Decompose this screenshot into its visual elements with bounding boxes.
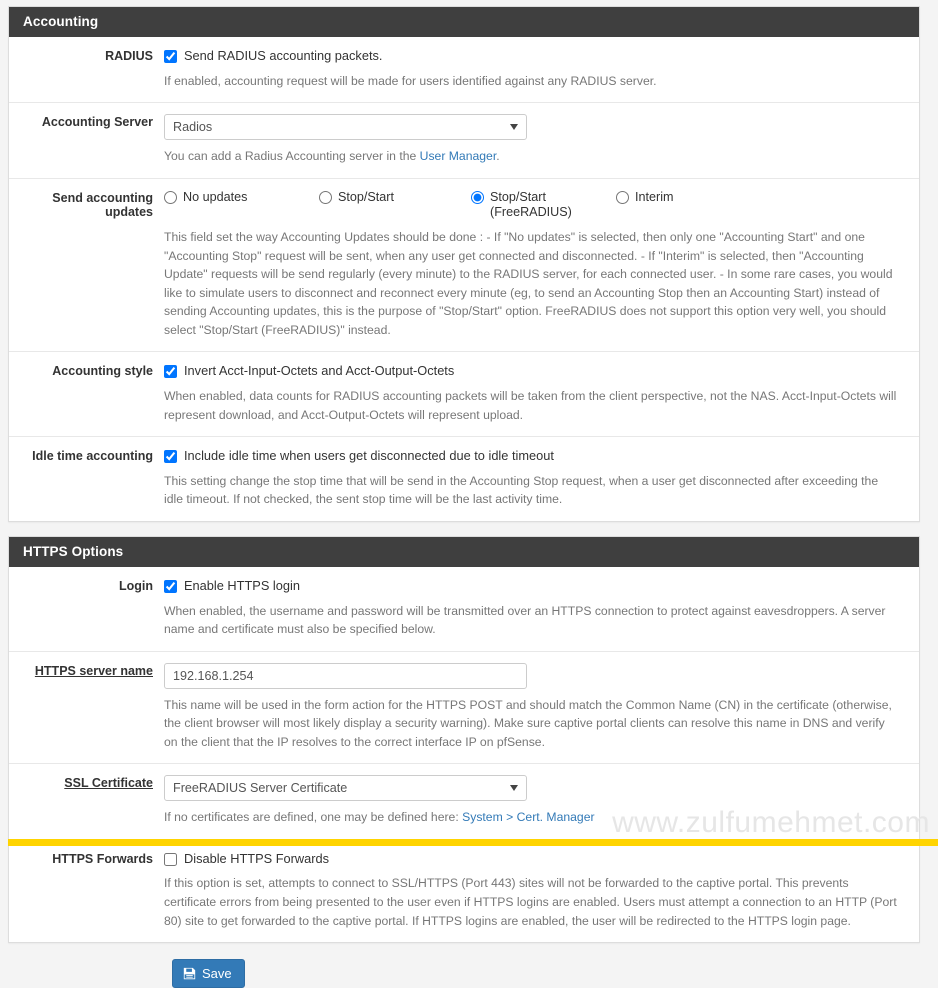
- enable-https-login-checkbox[interactable]: [164, 579, 177, 593]
- field-https-server-name: This name will be used in the form actio…: [164, 662, 919, 752]
- save-area: Save: [0, 943, 938, 988]
- invert-octets-checkbox[interactable]: [164, 365, 177, 379]
- include-idle-time-checkbox[interactable]: [164, 450, 177, 463]
- field-accounting-server: Radios You can add a Radius Accounting s…: [164, 114, 919, 166]
- send-updates-radio-group: No updates Stop/Start Stop/Start (FreeRA…: [164, 190, 897, 221]
- row-idle-time-accounting: Idle time accounting Include idle time w…: [9, 437, 919, 521]
- radio-no-updates[interactable]: No updates: [164, 190, 319, 206]
- accounting-server-help-suffix: .: [496, 149, 500, 164]
- row-radius: RADIUS Send RADIUS accounting packets. I…: [9, 37, 919, 104]
- label-idle-time-accounting: Idle time accounting: [32, 449, 153, 464]
- field-idle-time-accounting: Include idle time when users get disconn…: [164, 448, 919, 509]
- row-ssl-certificate: SSL Certificate FreeRADIUS Server Certif…: [9, 764, 919, 840]
- label-accounting-style: Accounting style: [52, 364, 153, 379]
- field-https-forwards: Disable HTTPS Forwards If this option is…: [164, 851, 919, 930]
- https-forwards-checkbox-row[interactable]: Disable HTTPS Forwards: [164, 851, 897, 868]
- ssl-certificate-help-prefix: If no certificates are defined, one may …: [164, 810, 463, 825]
- login-checkbox-row[interactable]: Enable HTTPS login: [164, 578, 897, 595]
- accounting-panel: Accounting RADIUS Send RADIUS accounting…: [8, 6, 920, 522]
- row-https-forwards: HTTPS Forwards Disable HTTPS Forwards If…: [9, 840, 919, 942]
- disable-https-forwards-checkbox[interactable]: [164, 852, 177, 866]
- cert-manager-link[interactable]: System > Cert. Manager: [462, 810, 594, 824]
- field-radius: Send RADIUS accounting packets. If enabl…: [164, 48, 919, 90]
- label-ssl-certificate: SSL Certificate: [64, 776, 153, 791]
- https-options-panel-body: Login Enable HTTPS login When enabled, t…: [9, 567, 919, 942]
- accounting-panel-body: RADIUS Send RADIUS accounting packets. I…: [9, 37, 919, 521]
- field-send-accounting-updates: No updates Stop/Start Stop/Start (FreeRA…: [164, 190, 919, 340]
- send-updates-help-text: This field set the way Accounting Update…: [164, 230, 893, 337]
- radio-no-updates-label: No updates: [183, 189, 248, 204]
- accounting-style-checkbox-label: Invert Acct-Input-Octets and Acct-Output…: [184, 363, 455, 379]
- panel-gap: [0, 522, 938, 536]
- idle-time-checkbox-row[interactable]: Include idle time when users get disconn…: [164, 448, 897, 465]
- radio-stop-start-freeradius-input[interactable]: [471, 190, 484, 204]
- label-https-server-name: HTTPS server name: [34, 663, 153, 678]
- field-accounting-style: Invert Acct-Input-Octets and Acct-Output…: [164, 363, 919, 424]
- login-help-text: When enabled, the username and password …: [164, 603, 886, 637]
- field-login: Enable HTTPS login When enabled, the use…: [164, 578, 919, 639]
- ssl-certificate-select[interactable]: FreeRADIUS Server Certificate: [164, 775, 527, 802]
- page-root: Accounting RADIUS Send RADIUS accounting…: [0, 0, 938, 988]
- save-button[interactable]: Save: [172, 959, 245, 988]
- accounting-style-checkbox-row[interactable]: Invert Acct-Input-Octets and Acct-Output…: [164, 363, 897, 380]
- user-manager-link[interactable]: User Manager: [420, 149, 497, 163]
- https-server-name-help-text: This name will be used in the form actio…: [164, 697, 892, 749]
- radio-interim-input[interactable]: [616, 190, 629, 204]
- idle-time-checkbox-label: Include idle time when users get disconn…: [184, 448, 554, 464]
- row-accounting-server: Accounting Server Radios You can add a R…: [9, 103, 919, 179]
- label-https-forwards: HTTPS Forwards: [52, 851, 153, 866]
- label-login: Login: [118, 578, 153, 593]
- idle-time-help-text: This setting change the stop time that w…: [164, 473, 879, 507]
- accounting-server-help-text: You can add a Radius Accounting server i…: [164, 147, 897, 166]
- save-button-label: Save: [202, 966, 232, 982]
- row-login: Login Enable HTTPS login When enabled, t…: [9, 567, 919, 652]
- label-send-accounting-updates: Send accounting updates: [52, 190, 153, 219]
- row-accounting-style: Accounting style Invert Acct-Input-Octet…: [9, 352, 919, 438]
- radius-checkbox-row[interactable]: Send RADIUS accounting packets.: [164, 48, 897, 65]
- accounting-panel-heading: Accounting: [9, 7, 919, 37]
- https-server-name-input[interactable]: [164, 662, 527, 689]
- bottom-accent-bar: [8, 839, 938, 846]
- radio-no-updates-input[interactable]: [164, 190, 177, 204]
- ssl-certificate-select-wrap: FreeRADIUS Server Certificate: [164, 775, 527, 802]
- radius-send-packets-checkbox[interactable]: [164, 49, 177, 63]
- radio-stop-start[interactable]: Stop/Start: [319, 190, 471, 206]
- radio-interim-label: Interim: [635, 189, 674, 204]
- radio-stop-start-freeradius[interactable]: Stop/Start (FreeRADIUS): [471, 190, 616, 221]
- radius-help-text: If enabled, accounting request will be m…: [164, 73, 657, 88]
- radio-stop-start-input[interactable]: [319, 190, 332, 204]
- https-forwards-checkbox-label: Disable HTTPS Forwards: [184, 850, 330, 866]
- https-options-panel: HTTPS Options Login Enable HTTPS login W…: [8, 535, 920, 944]
- row-https-server-name: HTTPS server name This name will be used…: [9, 652, 919, 765]
- https-forwards-help-text: If this option is set, attempts to conne…: [164, 876, 897, 928]
- radio-stop-start-label: Stop/Start: [338, 189, 395, 204]
- save-floppy-icon: [183, 967, 196, 980]
- login-checkbox-label: Enable HTTPS login: [184, 577, 300, 593]
- row-send-accounting-updates: Send accounting updates No updates Stop/…: [9, 179, 919, 353]
- field-ssl-certificate: FreeRADIUS Server Certificate If no cert…: [164, 775, 919, 827]
- label-radius: RADIUS: [105, 49, 153, 63]
- radius-checkbox-label: Send RADIUS accounting packets.: [184, 48, 383, 63]
- ssl-certificate-help-text: If no certificates are defined, one may …: [164, 808, 897, 827]
- radio-stop-start-freeradius-label: Stop/Start (FreeRADIUS): [490, 189, 572, 220]
- radio-interim[interactable]: Interim: [616, 190, 736, 206]
- accounting-style-help-text: When enabled, data counts for RADIUS acc…: [164, 389, 897, 422]
- accounting-server-select[interactable]: Radios: [164, 114, 527, 141]
- label-accounting-server: Accounting Server: [41, 115, 153, 130]
- accounting-server-select-wrap: Radios: [164, 114, 527, 141]
- https-options-panel-heading: HTTPS Options: [9, 536, 919, 567]
- accounting-server-help-prefix: You can add a Radius Accounting server i…: [164, 149, 420, 164]
